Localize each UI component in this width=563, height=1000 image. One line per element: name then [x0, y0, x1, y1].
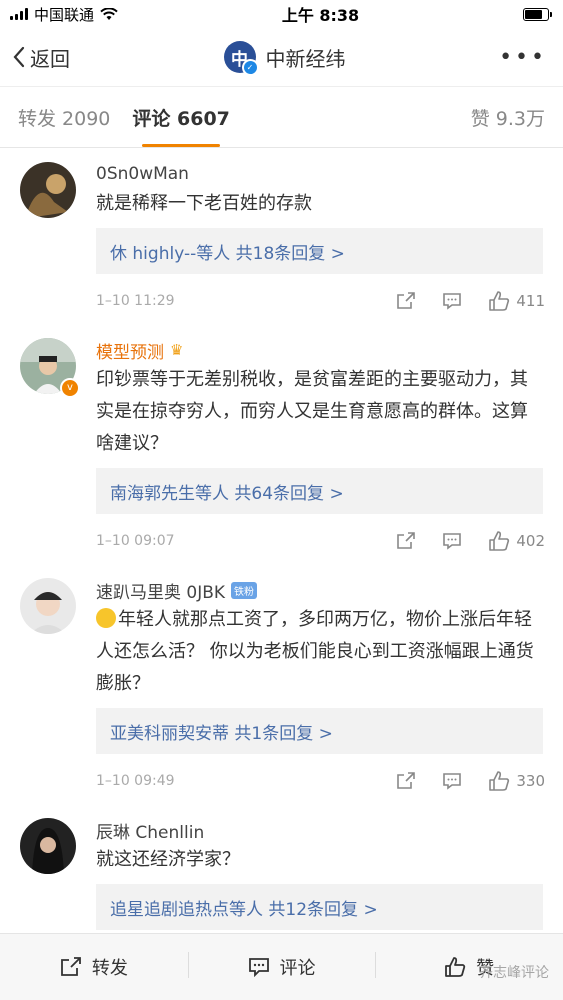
repost-label: 转发: [91, 958, 128, 979]
comment-text: 印钞票等于无差别税收，是贫富差距的主要驱动力，其实是在掠夺穷人，而穷人又是生育意…: [96, 369, 528, 454]
comment-item: 速趴马里奥 0JBK 铁粉 年轻人就那点工资了，多印两万亿，物价上涨后年轻人还怎么…: [0, 564, 563, 804]
nav-bar: 返回 中 ✓ 中新经纬 •••: [0, 28, 563, 86]
comment-time: 1–10 09:07: [96, 533, 175, 549]
comment-item: 辰琳 Chenllin 就这还经济学家？ 追星追剧追热点等人 共12条回复 >: [0, 804, 563, 930]
vip-badge-icon: v: [60, 378, 80, 398]
comment-time: 1–10 11:29: [96, 293, 175, 309]
avatar[interactable]: [20, 578, 76, 634]
comment-meta: 1–10 11:29 411: [96, 278, 545, 324]
battery-icon: [522, 7, 552, 21]
comment-text: 就是稀释一下老百姓的存款: [96, 193, 312, 214]
signal-icon: [10, 8, 28, 20]
tab-like[interactable]: 赞 9.3万: [471, 104, 545, 131]
tab-comment[interactable]: 评论 6607: [132, 104, 230, 147]
comment-meta: 1–10 09:07 402: [96, 518, 545, 564]
repost-button[interactable]: 转发: [0, 954, 188, 980]
watermark: 齐志峰评论: [479, 965, 549, 981]
comment-author[interactable]: 0Sn0wMan: [96, 162, 545, 186]
account-header[interactable]: 中 ✓ 中新经纬: [223, 41, 346, 76]
avatar[interactable]: [20, 818, 76, 874]
like-count: 330: [516, 772, 545, 790]
more-icon[interactable]: •••: [499, 45, 547, 70]
like-button[interactable]: 330: [488, 771, 545, 791]
comment-meta: 1–10 09:49 330: [96, 758, 545, 804]
comment-text: 就这还经济学家？: [96, 849, 240, 870]
comment-time: 1–10 09:49: [96, 773, 175, 789]
back-button[interactable]: 返回: [12, 43, 70, 72]
comment-icon[interactable]: [442, 292, 462, 310]
share-icon[interactable]: [396, 532, 416, 550]
like-count: 411: [516, 292, 545, 310]
comment-label: 评论: [279, 958, 316, 979]
avatar[interactable]: [20, 162, 76, 218]
share-icon[interactable]: [396, 772, 416, 790]
like-icon: [489, 291, 510, 311]
comment-item: 0Sn0wMan 就是稀释一下老百姓的存款 休 highly--等人 共18条回…: [0, 148, 563, 324]
tab-bar: 转发 2090 评论 6607 赞 9.3万: [0, 86, 563, 148]
back-chevron-icon: [13, 46, 25, 68]
comment-icon[interactable]: [442, 532, 462, 550]
clock: 上午 8:38: [281, 6, 360, 25]
like-icon: [489, 771, 510, 791]
like-icon: [445, 957, 466, 977]
wifi-icon: [100, 7, 118, 20]
like-button[interactable]: 411: [488, 291, 545, 311]
back-label: 返回: [30, 46, 70, 71]
comment-button[interactable]: 评论: [187, 952, 376, 980]
replies-link[interactable]: 休 highly--等人 共18条回复 >: [96, 228, 543, 274]
comment-text: 年轻人就那点工资了，多印两万亿，物价上涨后年轻人还怎么活？ 你以为老板们能良心到…: [96, 608, 534, 694]
like-button[interactable]: 402: [488, 531, 545, 551]
smirk-emoji-icon: [96, 608, 116, 628]
account-name: 中新经纬: [265, 46, 346, 71]
share-icon: [60, 957, 81, 976]
account-avatar[interactable]: 中 ✓: [223, 41, 259, 76]
share-icon[interactable]: [396, 292, 416, 310]
crown-icon: ♛: [170, 341, 184, 359]
comment-icon: [248, 958, 269, 977]
like-icon: [489, 531, 510, 551]
comment-icon[interactable]: [442, 772, 462, 790]
replies-link[interactable]: 亚美科丽契安蒂 共1条回复 >: [96, 708, 543, 754]
like-count: 402: [516, 532, 545, 550]
replies-link[interactable]: 追星追剧追热点等人 共12条回复 >: [96, 884, 543, 930]
comment-author[interactable]: 模型预测 ♛: [96, 338, 545, 363]
fan-badge: 铁粉: [231, 581, 258, 599]
verified-icon: ✓: [241, 59, 259, 76]
comment-author[interactable]: 速趴马里奥 0JBK 铁粉: [96, 578, 545, 603]
carrier-label: 中国联通: [34, 5, 95, 24]
tab-repost[interactable]: 转发 2090: [18, 104, 110, 131]
comment-author[interactable]: 辰琳 Chenllin: [96, 818, 545, 843]
comment-item: v 模型预测 ♛ 印钞票等于无差别税收，是贫富差距的主要驱动力，其实是在掠夺穷人，…: [0, 324, 563, 564]
replies-link[interactable]: 南海郭先生等人 共64条回复 >: [96, 468, 543, 514]
status-bar: 中国联通 上午 8:38: [0, 0, 563, 28]
